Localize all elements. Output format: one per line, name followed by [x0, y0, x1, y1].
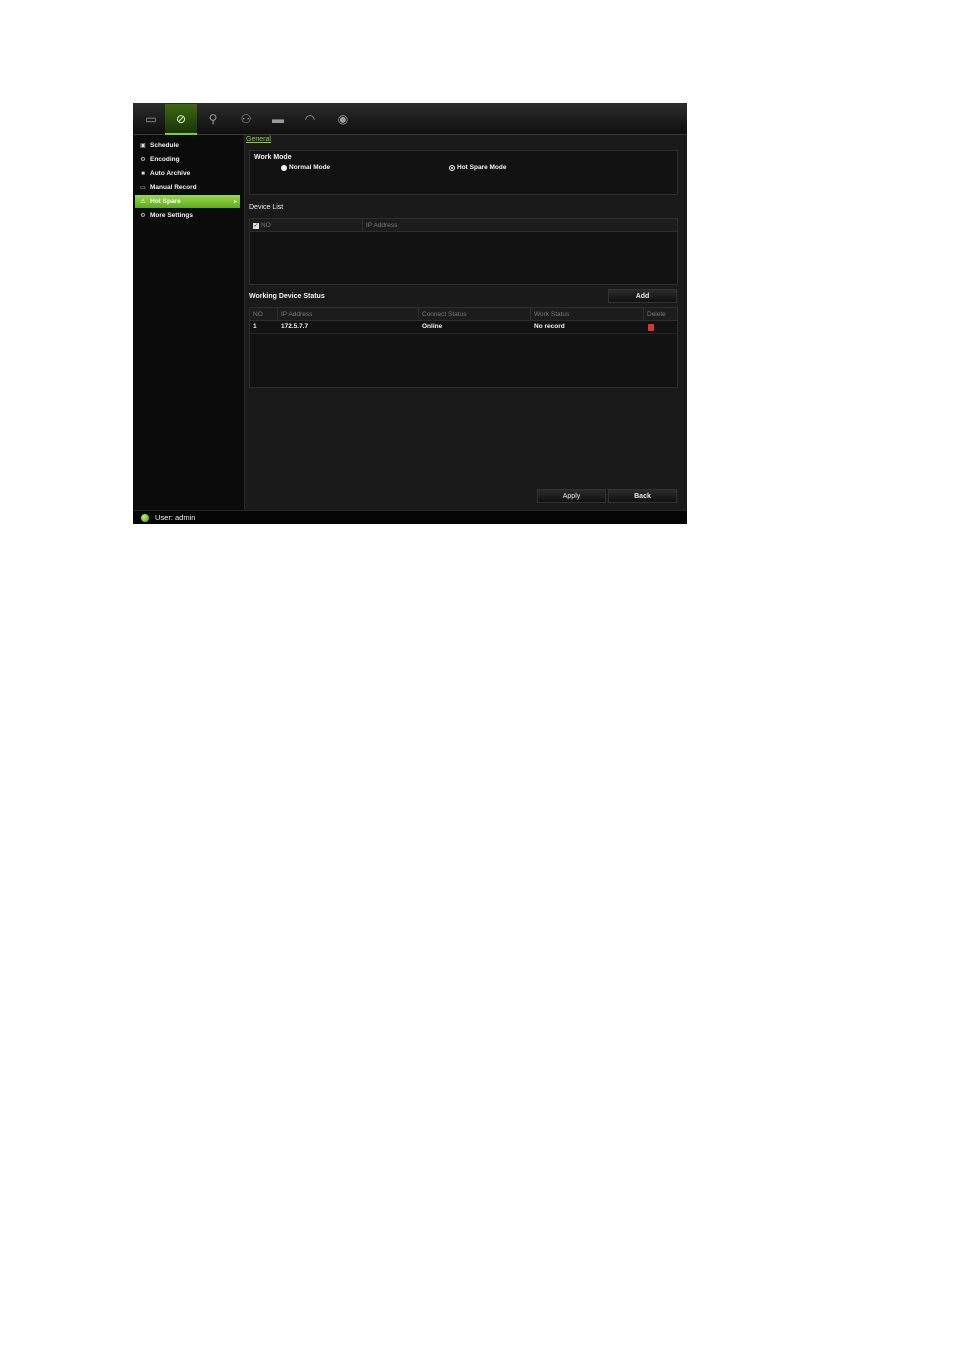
sidebar-item-manual-record[interactable]: ▭ Manual Record [135, 181, 240, 194]
network-icon[interactable]: ⚲ [197, 104, 229, 133]
col-no: NO [250, 308, 278, 321]
record-icon: ▭ [140, 185, 146, 191]
user-label: User: admin [155, 513, 196, 522]
col-ip-address: IP Address [366, 222, 398, 229]
apply-button[interactable]: Apply [537, 489, 606, 503]
archive-icon: ■ [141, 170, 145, 177]
top-toolbar: ▭ ⊘ ⚲ ⚇ ▬ ◠ ◉ [133, 103, 687, 135]
radio-dot-selected [449, 164, 455, 171]
radio-dot [281, 164, 287, 171]
add-button[interactable]: Add [608, 289, 677, 303]
row-work-status: No record [534, 323, 565, 330]
device-list-title: Device List [249, 204, 284, 211]
working-status-table: NO IP Address Connect Status Work Status… [249, 307, 678, 388]
hot-spare-icon: ⚠ [140, 199, 146, 205]
working-status-title: Working Device Status [249, 293, 325, 300]
hot-spare-mode-radio[interactable]: Hot Spare Mode [449, 164, 506, 171]
work-mode-panel: Work Mode Normal Mode Hot Spare Mode [249, 150, 678, 195]
radio-label: Normal Mode [289, 164, 331, 171]
signal-icon[interactable]: ◠ [294, 104, 326, 133]
device-list-header: ✓ NO IP Address [250, 219, 677, 232]
sidebar-item-schedule[interactable]: ▣ Schedule [135, 139, 240, 152]
sidebar-item-label: Encoding [150, 156, 180, 163]
settings-icon: ⚙ [140, 213, 146, 219]
col-connect-status: Connect Status [419, 308, 531, 321]
sidebar-item-hot-spare[interactable]: ⚠ Hot Spare ▸ [135, 195, 240, 208]
col-delete: Delete [647, 311, 666, 318]
row-ip: 172.5.7.7 [281, 323, 309, 330]
table-row[interactable]: 1 172.5.7.7 Online No record [250, 321, 677, 334]
sidebar-item-label: Schedule [150, 142, 179, 149]
sidebar-item-encoding[interactable]: ⚙ Encoding [135, 153, 240, 166]
delete-icon[interactable] [648, 324, 654, 331]
work-mode-title: Work Mode [254, 154, 292, 161]
monitor-icon[interactable]: ▭ [135, 104, 167, 133]
col-ip-address: IP Address [278, 308, 419, 321]
encoding-icon: ⚙ [140, 157, 146, 163]
normal-mode-radio[interactable]: Normal Mode [281, 164, 330, 171]
chevron-right-icon: ▸ [233, 199, 237, 205]
sidebar: ▣ Schedule ⚙ Encoding ■ Auto Archive ▭ M… [133, 135, 245, 510]
radio-label: Hot Spare Mode [457, 164, 507, 171]
recording-icon[interactable]: ⊘ [165, 104, 197, 135]
user-icon[interactable]: ⚇ [230, 104, 262, 133]
schedule-icon: ▣ [140, 143, 146, 149]
row-connect-status: Online [422, 323, 443, 330]
device-list-table: ✓ NO IP Address [249, 218, 678, 285]
main-panel: General Work Mode Normal Mode Hot Spare … [245, 135, 687, 510]
sidebar-item-label: Manual Record [150, 184, 197, 191]
dvr-window: ▭ ⊘ ⚲ ⚇ ▬ ◠ ◉ ▣ Schedule ⚙ Encoding ■ Au… [133, 103, 687, 524]
sidebar-item-auto-archive[interactable]: ■ Auto Archive [135, 167, 240, 180]
sidebar-item-label: More Settings [150, 212, 193, 219]
sidebar-item-label: Auto Archive [150, 170, 191, 177]
working-status-header: NO IP Address Connect Status Work Status… [250, 308, 677, 321]
user-status-icon [141, 514, 149, 522]
select-all-checkbox[interactable]: ✓ [253, 222, 259, 229]
col-no: ✓ NO [250, 219, 363, 232]
col-work-status: Work Status [531, 308, 644, 321]
tab-general[interactable]: General [246, 136, 271, 143]
col-label: NO [261, 222, 271, 229]
row-no: 1 [253, 323, 257, 330]
sidebar-item-label: Hot Spare [150, 198, 181, 205]
device-icon[interactable]: ▬ [262, 104, 294, 133]
back-button[interactable]: Back [608, 489, 677, 503]
system-icon[interactable]: ◉ [327, 104, 359, 133]
status-bar: User: admin [133, 510, 687, 524]
sidebar-item-more-settings[interactable]: ⚙ More Settings [135, 209, 240, 222]
